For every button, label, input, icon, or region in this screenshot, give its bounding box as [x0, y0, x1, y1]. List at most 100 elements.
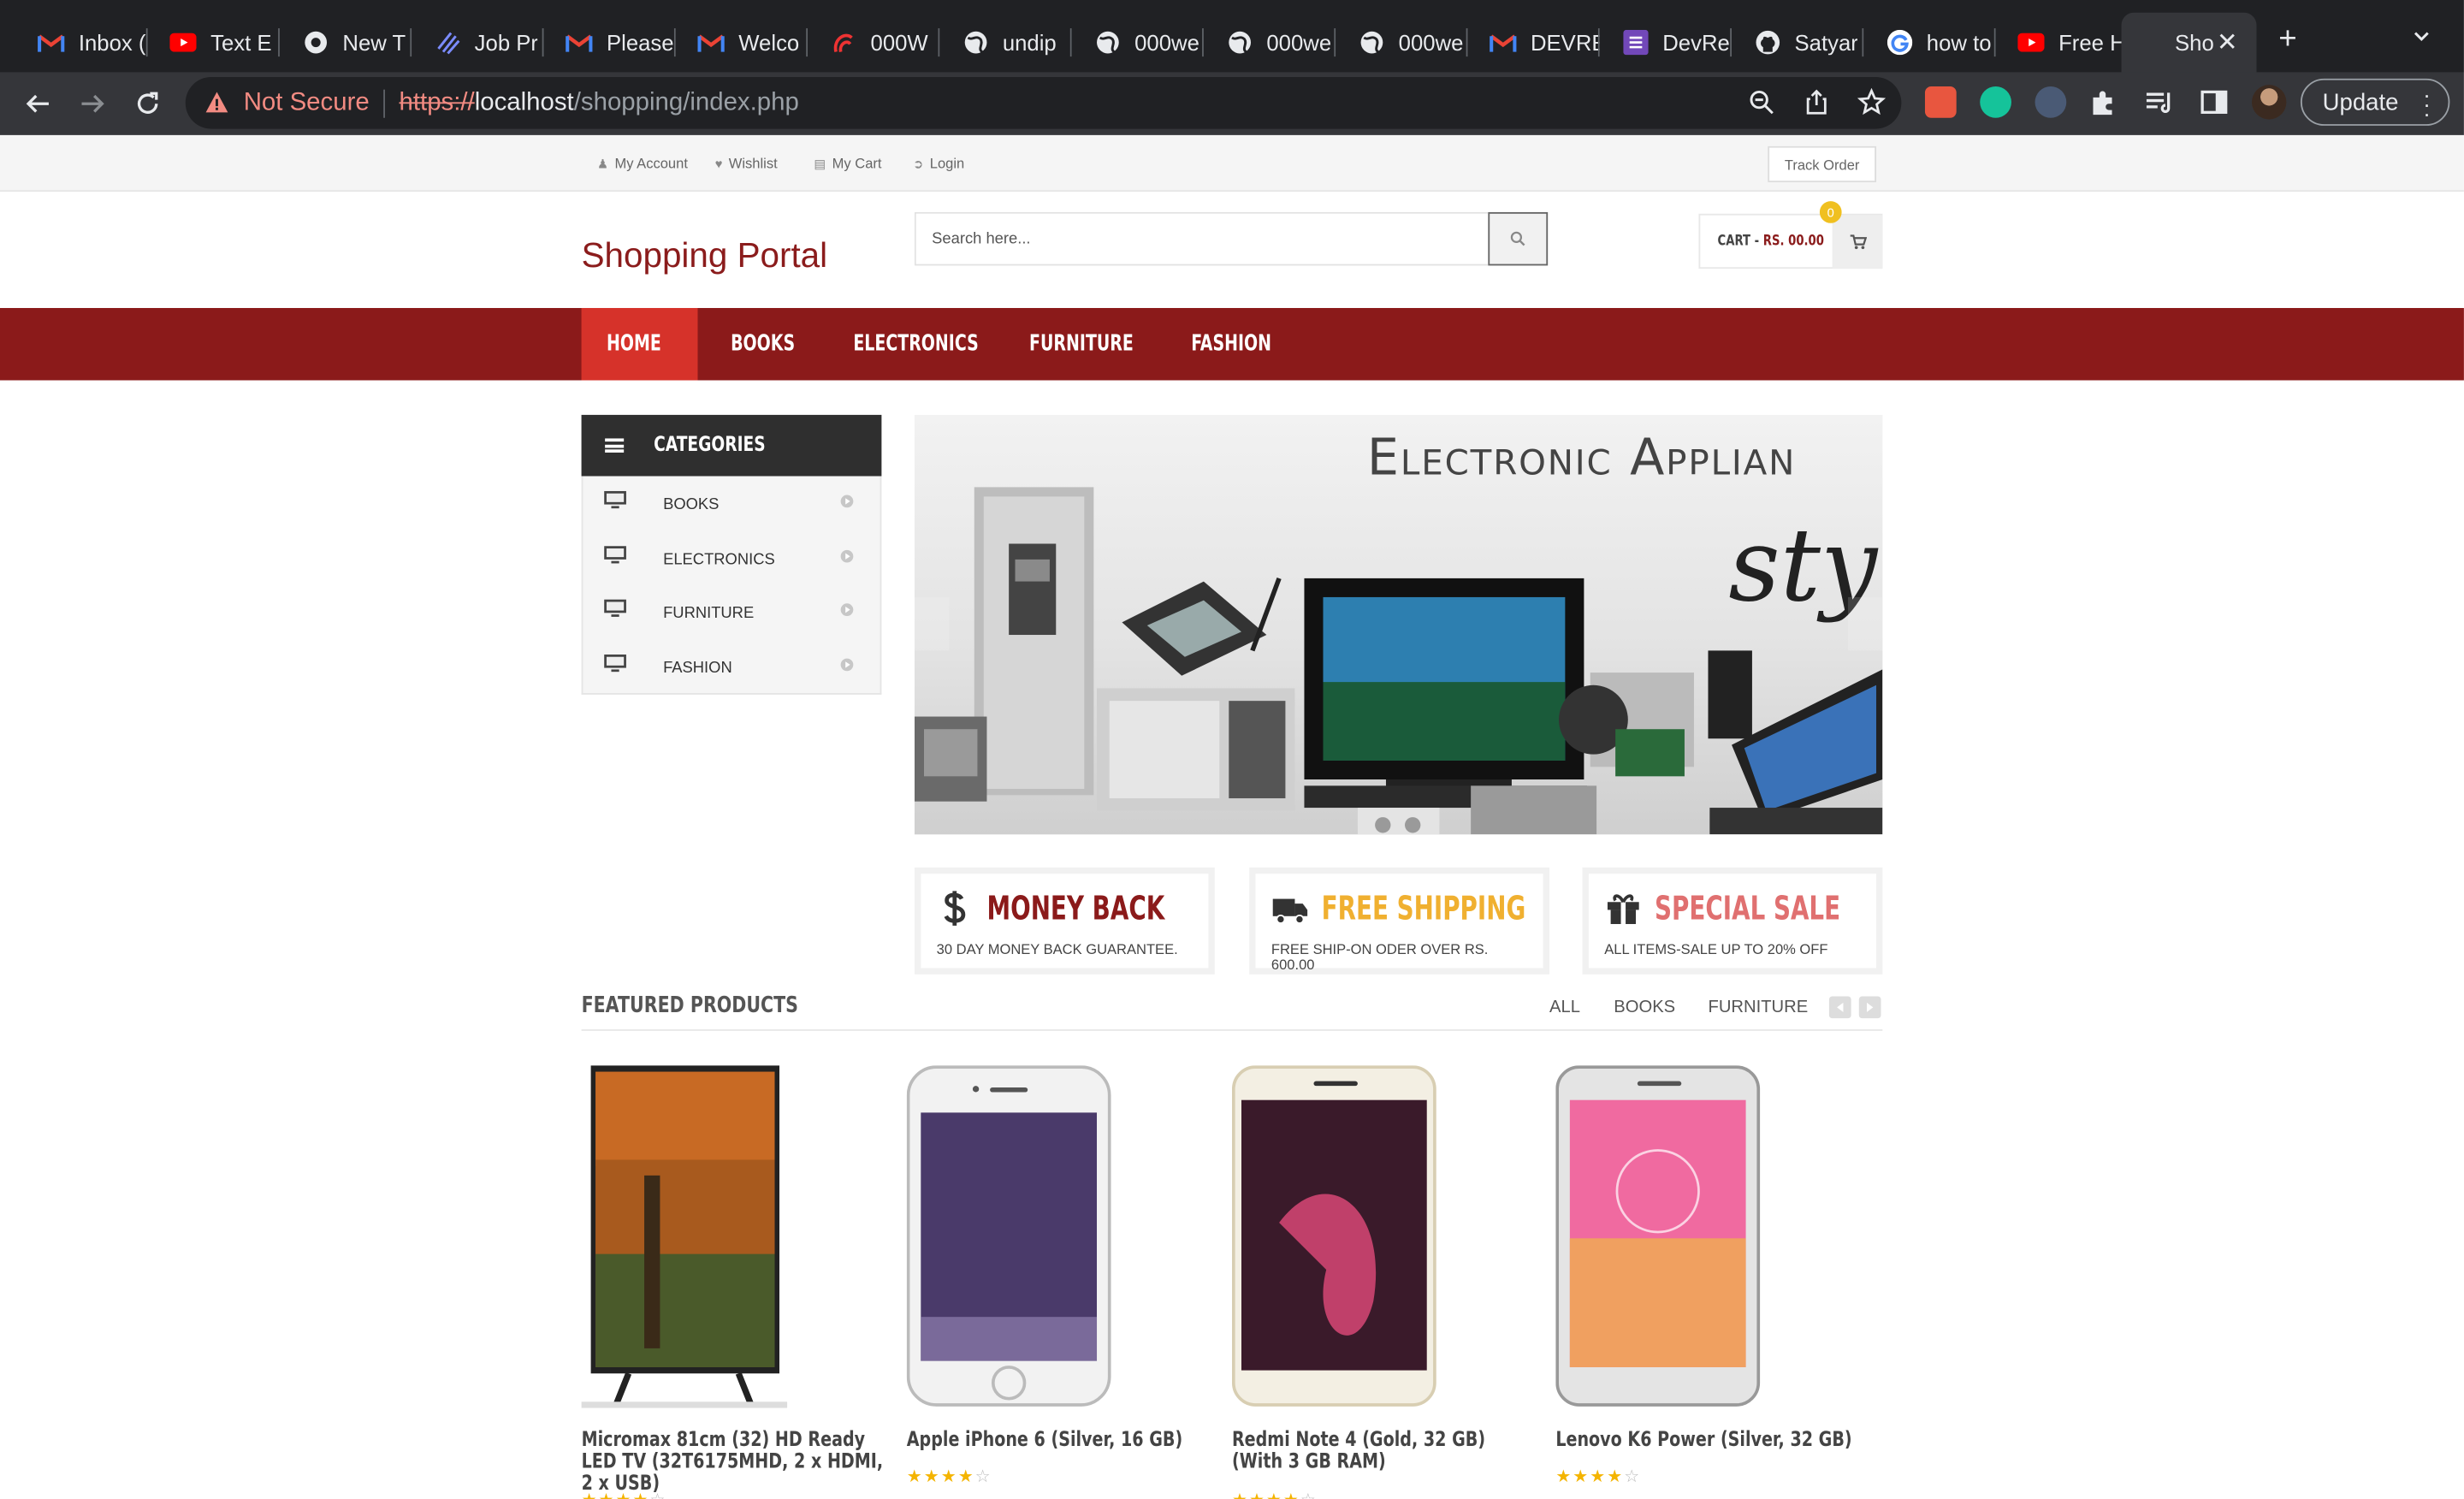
youtube-icon — [169, 29, 197, 56]
product-image-redmi[interactable] — [1231, 1065, 1438, 1407]
profile-avatar[interactable] — [2251, 85, 2287, 120]
address-separator — [383, 89, 385, 118]
tab-title: New T — [342, 29, 406, 56]
nav-home[interactable]: HOME — [581, 307, 698, 381]
slider-dot-2[interactable] — [1405, 817, 1421, 833]
browser-tab[interactable]: Satyar — [1732, 13, 1864, 73]
categories-list: BOOKS ELECTRONICS FURNITURE FASHION — [581, 476, 882, 695]
product-name[interactable]: Lenovo K6 Power (Silver, 32 GB) — [1555, 1429, 1863, 1452]
product-name[interactable]: Redmi Note 4 (Gold, 32 GB) (With 3 GB RA… — [1232, 1429, 1540, 1473]
filter-tab-furniture[interactable]: FURNITURE — [1708, 998, 1808, 1016]
product-rating: ★★★★☆ — [1555, 1466, 1641, 1486]
info-text: 30 DAY MONEY BACK GUARANTEE. — [936, 941, 1178, 957]
star-filled-icon: ★ — [957, 1467, 975, 1487]
nav-fashion[interactable]: FASHION — [1191, 308, 1288, 380]
site-logo[interactable]: Shopping Portal — [582, 236, 828, 277]
product-image-iphone[interactable] — [906, 1065, 1113, 1407]
browser-tab[interactable]: how to — [1863, 13, 1996, 73]
category-item-books[interactable]: BOOKS — [583, 477, 881, 531]
more-menu-icon[interactable]: · · · — [2423, 83, 2431, 124]
browser-tab[interactable]: Text E — [148, 13, 280, 73]
browser-tab[interactable]: Welco — [676, 13, 808, 73]
main-nav: HOME BOOKS ELECTRONICS FURNITURE FASHION — [0, 307, 2464, 381]
product-image-lenovo[interactable] — [1555, 1065, 1762, 1407]
filter-tab-all[interactable]: ALL — [1549, 998, 1580, 1016]
nav-electronics-label: ELECTRONICS — [853, 331, 979, 357]
product-image-tv[interactable] — [581, 1065, 788, 1408]
product-name[interactable]: Micromax 81cm (32) HD Ready LED TV (32T6… — [582, 1429, 890, 1496]
side-panel-icon[interactable] — [2199, 86, 2230, 118]
browser-tab[interactable]: 000W — [808, 13, 940, 73]
browser-tab[interactable]: New T — [280, 13, 412, 73]
not-secure-label[interactable]: Not Secure — [244, 90, 370, 118]
update-button[interactable]: Update · · · — [2300, 78, 2450, 126]
carousel-next-button[interactable] — [1858, 996, 1881, 1019]
forward-button[interactable] — [68, 72, 118, 134]
reading-list-icon[interactable] — [2143, 86, 2175, 118]
share-icon[interactable] — [1803, 88, 1831, 116]
star-filled-icon: ★ — [599, 1491, 616, 1499]
category-item-furniture[interactable]: FURNITURE — [583, 584, 881, 639]
nav-books[interactable]: BOOKS — [731, 308, 809, 380]
login-link[interactable]: ➲ Login — [913, 156, 964, 171]
back-button[interactable] — [13, 72, 63, 134]
slider-prev-arrow[interactable] — [914, 596, 950, 651]
product-name[interactable]: Apple iPhone 6 (Silver, 16 GB) — [907, 1429, 1215, 1452]
browser-tab[interactable]: Free H — [1996, 13, 2128, 73]
nav-electronics[interactable]: ELECTRONICS — [853, 308, 1006, 380]
github-icon — [1754, 29, 1780, 56]
header-cart[interactable]: CART - RS. 00.00 — [1698, 213, 1883, 270]
nav-furniture[interactable]: FURNITURE — [1029, 308, 1157, 380]
browser-tab[interactable]: Inbox ( — [15, 13, 148, 73]
gmail-icon — [697, 29, 725, 56]
star-filled-icon: ★ — [633, 1491, 650, 1499]
slider-dots — [1357, 808, 1440, 835]
star-filled-icon: ★ — [582, 1491, 599, 1499]
monitor-icon — [604, 599, 626, 617]
cart-label: CART - — [1717, 234, 1763, 251]
star-filled-icon: ★ — [1232, 1491, 1249, 1499]
browser-tab[interactable]: undip — [939, 13, 1072, 73]
tab-title: Free H — [2058, 29, 2126, 56]
filter-tab-books[interactable]: BOOKS — [1614, 998, 1675, 1016]
my-cart-link[interactable]: ▤ My Cart — [814, 156, 881, 171]
search-button[interactable] — [1488, 211, 1549, 266]
category-item-electronics[interactable]: ELECTRONICS — [583, 531, 881, 586]
extension-fire-icon[interactable] — [1924, 86, 1957, 118]
tab-search-chevron-icon[interactable] — [2414, 28, 2429, 44]
cursor-extension-icon[interactable] — [2035, 86, 2067, 118]
browser-tab[interactable]: 000we — [1204, 13, 1336, 73]
zoom-icon[interactable] — [1747, 88, 1775, 116]
grammarly-icon[interactable] — [1980, 86, 2011, 118]
search-input[interactable] — [915, 213, 1490, 264]
browser-tab[interactable]: DevRe — [1600, 13, 1732, 73]
close-tab-icon[interactable]: ✕ — [2217, 27, 2238, 58]
reload-button[interactable] — [122, 72, 173, 134]
browser-tab[interactable]: Please — [543, 13, 676, 73]
gift-icon — [1607, 894, 1639, 924]
track-order-button[interactable]: Track Order — [1768, 145, 1877, 183]
slider-dot-1[interactable] — [1375, 817, 1391, 833]
sign-in-icon: ➲ — [913, 156, 924, 171]
browser-tab[interactable]: 000we — [1336, 13, 1468, 73]
browser-tab[interactable]: 000we — [1072, 13, 1204, 73]
new-tab-button[interactable]: + — [2278, 24, 2296, 56]
browser-tab[interactable]: Job Pr — [412, 13, 544, 73]
chevron-right-icon — [840, 603, 854, 616]
tab-title: 000we — [1266, 29, 1332, 56]
my-account-link[interactable]: ♟ My Account — [597, 156, 688, 171]
bookmark-star-icon[interactable] — [1857, 87, 1886, 116]
wishlist-link[interactable]: ♥ Wishlist — [715, 156, 778, 171]
carousel-prev-button[interactable] — [1828, 996, 1851, 1019]
cart-icon-box[interactable] — [1832, 215, 1883, 270]
browser-tab[interactable]: DEVRE — [1467, 13, 1600, 73]
url-text[interactable]: https://localhost/shopping/index.php — [400, 90, 799, 118]
login-label: Login — [929, 155, 965, 172]
browser-tab[interactable]: Sho ✕ — [2121, 12, 2257, 73]
extensions-puzzle-icon[interactable] — [2088, 86, 2120, 118]
slider-next-arrow[interactable] — [1847, 596, 1883, 651]
tab-title: undip — [1002, 29, 1057, 56]
category-item-fashion[interactable]: FASHION — [583, 640, 881, 695]
hero-banner[interactable]: Electronic Applian sty — [914, 414, 1883, 835]
cart-amount: RS. 00.00 — [1762, 234, 1824, 251]
